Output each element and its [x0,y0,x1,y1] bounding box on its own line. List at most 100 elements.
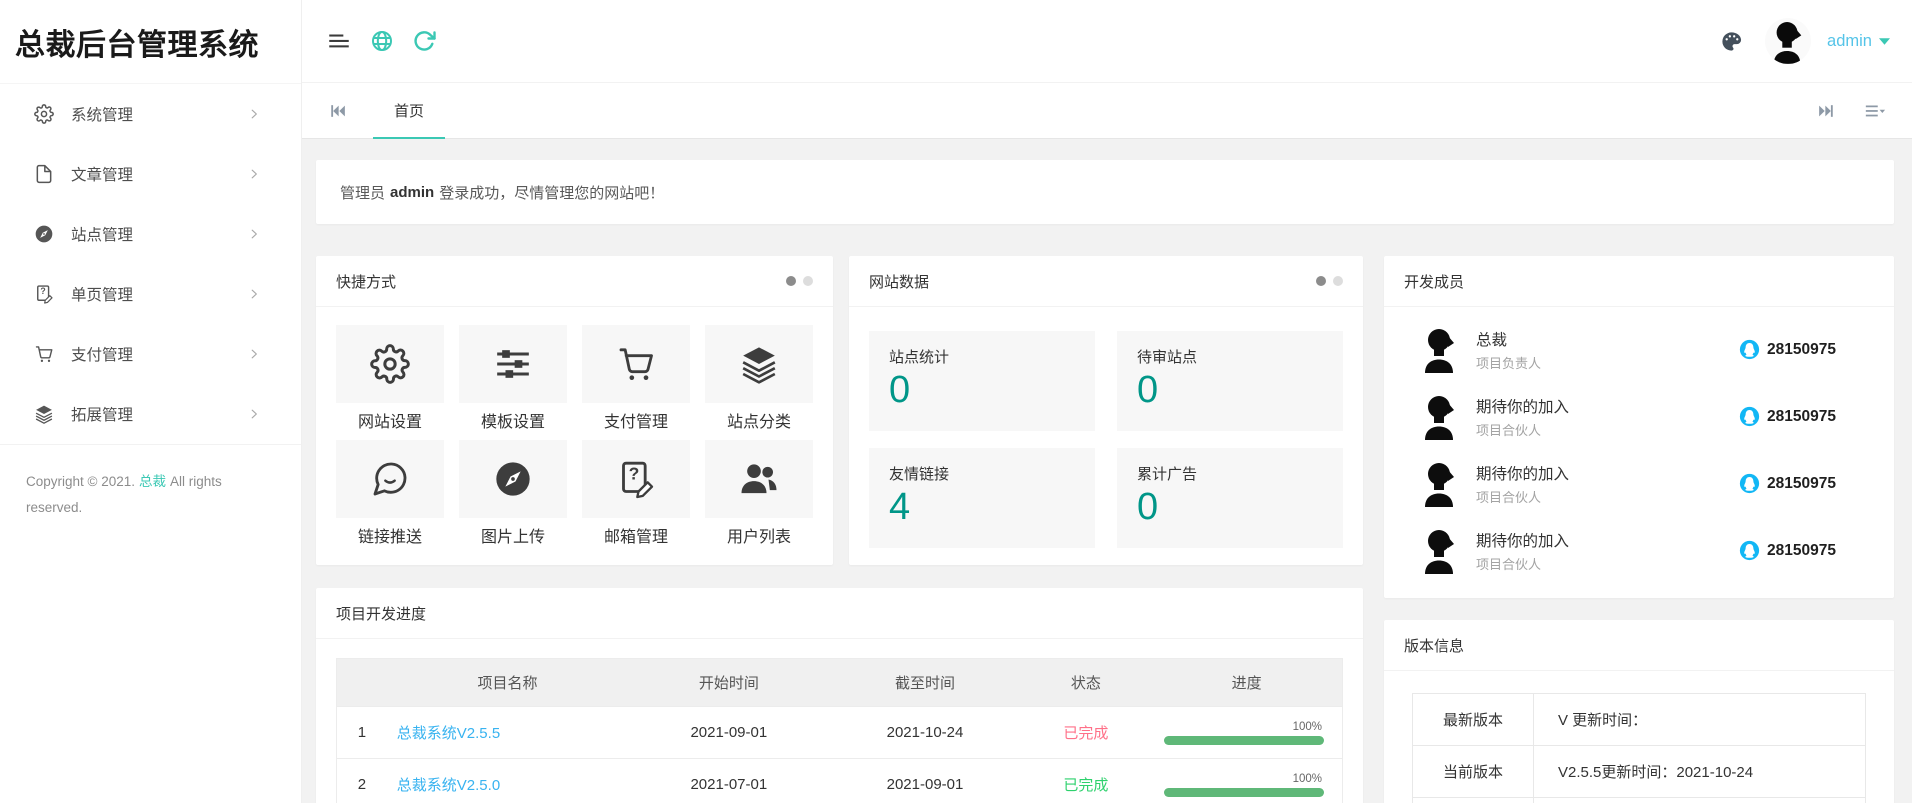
main-area: admin 首页 管理员 admin 登录成功，尽情管理您的网站吧！ [302,0,1912,803]
sidebar-item-label: 系统管理 [71,103,247,125]
sidebar-menu: 系统管理 文章管理 站点管理 单页管理 支付管理 [0,84,301,444]
username[interactable]: admin [1827,32,1872,51]
gear-icon [370,344,410,384]
shortcut-website-settings[interactable]: 网站设置 [336,325,444,432]
shortcut-label: 图片上传 [459,523,567,547]
member-avatar-icon [1420,461,1460,507]
copyright-prefix: Copyright © 2021. [26,474,135,489]
welcome-username: admin [390,184,434,201]
shortcut-site-category[interactable]: 站点分类 [705,325,813,432]
member-role: 项目合伙人 [1476,487,1569,506]
status-badge: 已完成 [1021,759,1152,803]
sidebar-item-extension-management[interactable]: 拓展管理 [0,384,301,444]
sidebar-item-site-management[interactable]: 站点管理 [0,204,301,264]
table-row: 1 总裁系统V2.5.5 2021-09-01 2021-10-24 已完成 1… [337,707,1343,759]
sidebar-item-system-management[interactable]: 系统管理 [0,84,301,144]
theme-button[interactable] [1720,30,1743,53]
project-progress-panel: 项目开发进度 项目名 [316,588,1363,803]
progress-table: 项目名称 开始时间 截至时间 状态 进度 1 [336,658,1343,803]
stats-grid: 站点统计 0 待审站点 0 友情链接 4 [849,307,1363,548]
carousel-dot[interactable] [803,276,813,286]
chevron-right-icon [247,107,261,121]
shortcut-template-settings[interactable]: 模板设置 [459,325,567,432]
refresh-icon [412,29,436,53]
start-date: 2021-09-01 [628,707,829,759]
member-qq[interactable]: 28150975 [1739,540,1836,561]
progress-bar [1164,736,1324,745]
sidebar-item-label: 文章管理 [71,163,247,185]
carousel-dot-active[interactable] [786,276,796,286]
collapse-sidebar-button[interactable] [326,24,352,58]
qq-number: 28150975 [1767,475,1836,493]
tab-home[interactable]: 首页 [362,83,456,139]
refresh-button[interactable] [412,24,436,58]
copyright-brand-link[interactable]: 总裁 [139,474,166,489]
version-table: 最新版本 V 更新时间： 当前版本 V2.5.5更新时间：2021-10-24 [1412,693,1866,803]
shortcut-image-upload[interactable]: 图片上传 [459,440,567,547]
left-column: 快捷方式 网站设置 [316,256,1363,803]
stat-pending-sites: 待审站点 0 [1117,331,1343,431]
sidebar-item-label: 站点管理 [71,223,247,245]
qq-icon [1739,339,1760,360]
sidebar-item-payment-management[interactable]: 支付管理 [0,324,301,384]
stat-total-ads: 累计广告 0 [1117,448,1343,548]
member-qq[interactable]: 28150975 [1739,406,1836,427]
stat-label: 站点统计 [889,346,1075,367]
member-list: 总裁 项目负责人 28150975 [1384,307,1894,593]
member-role: 项目合伙人 [1476,420,1569,439]
cart-icon [34,344,54,364]
panel-title: 网站数据 [869,271,929,292]
carousel-dot-active[interactable] [1316,276,1326,286]
shortcut-label: 支付管理 [582,408,690,432]
chevron-right-icon [247,347,261,361]
avatar[interactable] [1765,18,1811,64]
row-index: 2 [337,759,387,803]
caret-down-icon[interactable] [1879,38,1890,45]
sidebar-item-article-management[interactable]: 文章管理 [0,144,301,204]
shortcut-user-list[interactable]: 用户列表 [705,440,813,547]
shortcut-payment-management[interactable]: 支付管理 [582,325,690,432]
doc-question-icon [34,284,54,304]
version-row-label [1413,798,1534,803]
chevron-right-icon [247,227,261,241]
stat-value: 4 [889,486,1075,530]
sidebar-item-label: 拓展管理 [71,403,247,425]
member-name: 期待你的加入 [1476,462,1569,484]
tab-list-menu-icon[interactable] [1864,100,1886,122]
stat-label: 累计广告 [1137,463,1323,484]
col-progress: 进度 [1151,659,1342,707]
shortcut-grid: 网站设置 模板设置 支付管理 [316,307,833,547]
panel-title: 开发成员 [1404,271,1464,292]
shortcut-link-push[interactable]: 链接推送 [336,440,444,547]
version-row-label: 最新版本 [1413,694,1534,746]
stat-value: 0 [1137,369,1323,413]
list-item: 期待你的加入 项目合伙人 28150975 [1384,517,1894,584]
sidebar-item-label: 支付管理 [71,343,247,365]
progress-percent: 100% [1293,721,1324,733]
shortcut-mailbox-management[interactable]: 邮箱管理 [582,440,690,547]
table-row [1413,798,1866,803]
chevron-right-icon [247,287,261,301]
member-qq[interactable]: 28150975 [1739,339,1836,360]
scroll-tabs-left-icon[interactable] [328,101,348,121]
project-link[interactable]: 总裁系统V2.5.0 [397,777,500,794]
users-icon [739,459,779,499]
end-date: 2021-10-24 [829,707,1020,759]
row-index: 1 [337,707,387,759]
shortcut-label: 站点分类 [705,408,813,432]
language-button[interactable] [370,24,394,58]
version-info-panel: 版本信息 最新版本 V 更新时间： 当前版本 [1384,620,1894,803]
project-link[interactable]: 总裁系统V2.5.5 [397,725,500,742]
member-qq[interactable]: 28150975 [1739,473,1836,494]
stat-value: 0 [1137,486,1323,530]
chevron-right-icon [247,407,261,421]
content: 管理员 admin 登录成功，尽情管理您的网站吧！ 快捷方式 [302,139,1912,803]
member-avatar-icon [1420,394,1460,440]
progress-percent: 100% [1293,773,1324,785]
scroll-tabs-right-icon[interactable] [1816,101,1836,121]
carousel-dot[interactable] [1333,276,1343,286]
topbar-right: admin [1720,18,1890,64]
hamburger-icon [326,28,352,54]
qq-number: 28150975 [1767,408,1836,426]
sidebar-item-page-management[interactable]: 单页管理 [0,264,301,324]
